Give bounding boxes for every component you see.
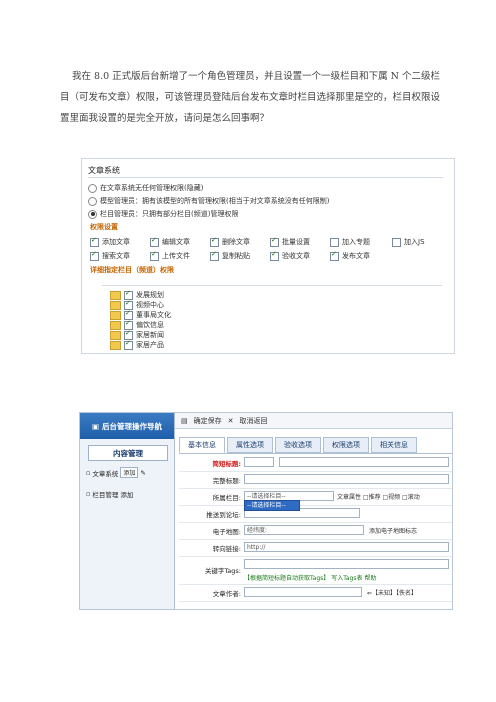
tree-item[interactable]: 视频中心 xyxy=(110,299,164,310)
perm-add[interactable]: 添加文章 xyxy=(90,236,130,247)
perm-search[interactable]: 搜索文章 xyxy=(90,250,130,261)
permission-settings-screenshot: 文章系统 在文章系统无任何管理权限(隐藏) 模型管理员：拥有该模型的所有管理权限… xyxy=(81,158,455,354)
tab-permissions[interactable]: 权限选项 xyxy=(323,437,369,453)
checkbox-icon[interactable] xyxy=(90,236,99,247)
admin-sidebar: ▣ 后台管理操作导航 内容管理 ▫ 文章系统 添加 ✎ ▫ 栏目管理 添加 xyxy=(80,413,175,609)
checkbox-icon[interactable] xyxy=(150,250,159,261)
radio-option-model-admin[interactable]: 模型管理员：拥有该模型的所有管理权限(相当于对文章系统没有任何限制) xyxy=(88,196,329,206)
radio-icon[interactable] xyxy=(88,196,97,206)
short-title-select[interactable] xyxy=(244,457,274,467)
short-title-input[interactable] xyxy=(279,457,449,467)
tree-item[interactable]: 家居产品 xyxy=(110,339,164,350)
divider xyxy=(88,177,443,178)
permissions-title: 权限设置 xyxy=(90,223,118,231)
full-title-input[interactable] xyxy=(244,474,449,484)
article-attributes[interactable]: 文章属性 □推荐 □视频 □滚动 xyxy=(337,492,420,501)
tree-item[interactable]: 家居新闻 xyxy=(110,329,164,340)
checkbox-icon[interactable] xyxy=(210,236,219,247)
map-coords-input[interactable]: 经纬度: xyxy=(244,525,364,535)
channel-dropdown-option[interactable]: --请选择栏目-- xyxy=(244,500,300,511)
add-channel-link[interactable]: 添加 xyxy=(120,489,133,499)
radio-option-channel-admin[interactable]: 栏目管理员：只拥有部分栏目(频道)管理权限 xyxy=(88,209,238,219)
checkbox-icon[interactable] xyxy=(330,250,339,261)
tree-item[interactable]: 发展规划 xyxy=(110,289,164,300)
redirect-url-input[interactable]: http:// xyxy=(244,542,449,552)
form-row-channel: 所属栏目: --请选择栏目-- 文章属性 □推荐 □视频 □滚动 xyxy=(179,488,452,506)
form-row-short-title: 简短标题: xyxy=(179,454,452,472)
cancel-icon[interactable]: ✕ xyxy=(228,417,234,425)
add-map-link[interactable]: 添加电子地图标志 xyxy=(369,526,417,535)
author-input[interactable] xyxy=(244,587,362,597)
channel-permissions-title: 详细指定栏目（频道）权限 xyxy=(90,266,174,274)
perm-delete[interactable]: 删除文章 xyxy=(210,236,250,247)
tags-helper[interactable]: 【根据简短标题自动获取Tags】 写入Tags表 帮助 xyxy=(244,573,376,582)
form-row-redirect: 转向链接: http:// xyxy=(179,539,452,557)
checkbox-icon[interactable] xyxy=(330,237,339,247)
tab-related[interactable]: 相关信息 xyxy=(371,437,417,453)
form-row-map: 电子地图: 经纬度: 添加电子地图标志 xyxy=(179,522,452,540)
form-row-full-title: 完整标题: xyxy=(179,471,452,489)
toolbar: ▤ 确定保存 ✕ 取消返回 xyxy=(175,413,452,429)
bullet-icon: ▫ xyxy=(86,490,91,498)
confirm-button[interactable]: 确定保存 xyxy=(194,416,222,426)
perm-upload[interactable]: 上传文件 xyxy=(150,250,190,261)
checkbox-icon[interactable] xyxy=(270,250,279,261)
form-row-tags: 关键字Tags: 【根据简短标题自动获取Tags】 写入Tags表 帮助 xyxy=(179,556,452,585)
folder-icon xyxy=(110,310,121,320)
section-title: 文章系统 xyxy=(88,166,120,175)
perm-publish[interactable]: 发布文章 xyxy=(330,250,370,261)
cancel-button[interactable]: 取消返回 xyxy=(240,416,268,426)
add-article-button[interactable]: 添加 xyxy=(120,467,139,478)
folder-icon xyxy=(110,340,121,350)
folder-icon xyxy=(110,290,121,300)
perm-edit[interactable]: 编辑文章 xyxy=(150,236,190,247)
tab-bar: 基本信息 属性选项 验收选项 权限选项 相关信息 xyxy=(179,437,417,453)
nav-header: ▣ 后台管理操作导航 xyxy=(80,413,174,439)
perm-js[interactable]: 加入JS xyxy=(392,237,425,247)
perm-verify[interactable]: 验收文章 xyxy=(270,250,310,261)
form-row-author: 文章作者: ⇐【未知】【佚名】 xyxy=(179,584,452,602)
content-management-button[interactable]: 内容管理 xyxy=(88,445,168,461)
home-icon: ▣ xyxy=(91,421,100,431)
nav-link-channel[interactable]: ▫ 栏目管理 添加 xyxy=(86,489,133,499)
perm-batch[interactable]: 批量设置 xyxy=(270,236,310,247)
checkbox-icon[interactable] xyxy=(90,250,99,261)
edit-icon[interactable]: ✎ xyxy=(140,469,145,477)
article-form: 简短标题: 完整标题: 所属栏目: --请选择栏目-- 文章属性 □推荐 □视频… xyxy=(179,453,452,609)
folder-icon xyxy=(110,330,121,340)
tab-attributes[interactable]: 属性选项 xyxy=(227,437,273,453)
folder-icon xyxy=(110,320,121,330)
folder-icon xyxy=(110,300,121,310)
question-paragraph: 我在 8.0 正式版后台新增了一个角色管理员，并且设置一个一级栏目和下属 N 个… xyxy=(60,71,441,124)
checkbox-icon[interactable] xyxy=(270,236,279,247)
tags-input[interactable] xyxy=(244,559,449,569)
save-icon[interactable]: ▤ xyxy=(181,417,188,425)
channel-tree: 发展规划 视频中心 董事局文化 偏饮信息 家居新闻 家居产品 xyxy=(102,285,442,352)
radio-selected-icon[interactable] xyxy=(88,209,97,219)
tab-basic-info[interactable]: 基本信息 xyxy=(179,437,225,453)
checkbox-icon[interactable] xyxy=(150,236,159,247)
checkbox-icon[interactable] xyxy=(124,339,133,350)
checkbox-icon[interactable] xyxy=(210,250,219,261)
radio-icon[interactable] xyxy=(88,183,97,193)
checkbox-icon[interactable] xyxy=(392,237,401,247)
radio-option-hidden[interactable]: 在文章系统无任何管理权限(隐藏) xyxy=(88,183,203,193)
tab-verify[interactable]: 验收选项 xyxy=(275,437,321,453)
perm-paste[interactable]: 复制粘贴 xyxy=(210,250,250,261)
publish-article-screenshot: ▣ 后台管理操作导航 内容管理 ▫ 文章系统 添加 ✎ ▫ 栏目管理 添加 ▤ … xyxy=(79,412,453,610)
nav-link-article[interactable]: ▫ 文章系统 添加 ✎ xyxy=(86,467,146,478)
main-panel: ▤ 确定保存 ✕ 取消返回 基本信息 属性选项 验收选项 权限选项 相关信息 简… xyxy=(175,413,452,609)
author-quick-options[interactable]: ⇐【未知】【佚名】 xyxy=(367,588,417,597)
tree-item[interactable]: 董事局文化 xyxy=(110,309,171,320)
bullet-icon: ▫ xyxy=(86,468,91,477)
perm-topic[interactable]: 加入专题 xyxy=(330,237,370,247)
tree-item[interactable]: 偏饮信息 xyxy=(110,319,164,330)
form-row-forum: 推送到论坛: xyxy=(179,505,452,523)
